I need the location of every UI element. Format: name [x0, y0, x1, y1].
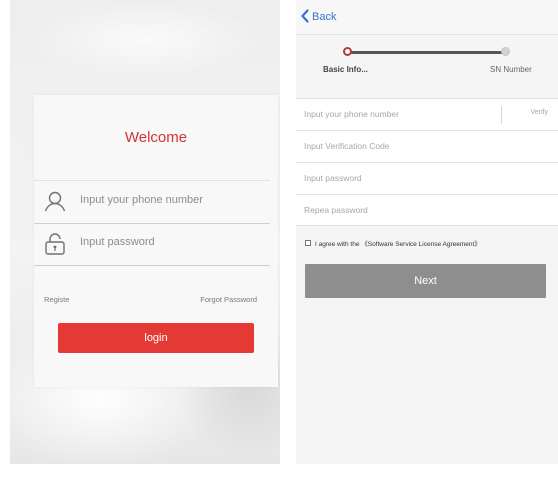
step-dot-sn-number [501, 47, 510, 56]
verify-button[interactable]: Verify [530, 109, 548, 116]
checkbox-icon[interactable] [305, 240, 311, 246]
register-screen: Back Basic Info... SN Number Input your … [296, 0, 558, 464]
welcome-title: Welcome [124, 129, 188, 146]
repeat-password-placeholder: Repea password [304, 205, 368, 215]
password-placeholder: Input password [80, 236, 155, 248]
repeat-password-input[interactable]: Repea password [296, 194, 558, 226]
back-label: Back [312, 11, 337, 23]
screenshot-root: Welcome Input your phone number Input pa… [0, 0, 558, 490]
step-label-basic-info: Basic Info... [323, 65, 368, 74]
nav-bar: Back [296, 0, 558, 35]
password-input[interactable]: Input password [34, 223, 270, 266]
forgot-password-link[interactable]: Forgot Password [200, 295, 257, 304]
register-password-input[interactable]: Input password [296, 162, 558, 194]
phone-number-input[interactable]: Input your phone number Verify [296, 98, 558, 130]
login-screen: Welcome Input your phone number Input pa… [10, 0, 280, 464]
phone-placeholder: Input your phone number [80, 194, 203, 206]
agreement-text: I agree with the 《Software Service Licen… [315, 241, 481, 248]
login-links: Registe Forgot Password [34, 295, 278, 309]
verify-divider [501, 106, 502, 124]
phone-input[interactable]: Input your phone number [34, 180, 270, 224]
registration-form: Input your phone number Verify Input Ver… [296, 98, 558, 226]
agreement-row[interactable]: I agree with the 《Software Service Licen… [305, 238, 481, 248]
next-button[interactable]: Next [305, 264, 546, 298]
login-card: Welcome Input your phone number Input pa… [34, 95, 278, 387]
lock-icon [42, 231, 68, 257]
progress-line [348, 51, 506, 54]
step-progress: Basic Info... SN Number [296, 35, 558, 89]
chevron-left-icon [300, 8, 310, 26]
user-icon [42, 189, 68, 215]
back-button[interactable]: Back [300, 8, 336, 26]
verification-code-input[interactable]: Input Verification Code [296, 130, 558, 162]
register-link[interactable]: Registe [44, 295, 69, 304]
step-label-sn-number: SN Number [490, 65, 532, 74]
phone-number-placeholder: Input your phone number [304, 109, 399, 119]
register-password-placeholder: Input password [304, 173, 362, 183]
login-button[interactable]: login [58, 323, 254, 353]
background-blur-top [30, 0, 260, 80]
verification-code-placeholder: Input Verification Code [304, 141, 390, 151]
step-dot-basic-info [343, 47, 352, 56]
